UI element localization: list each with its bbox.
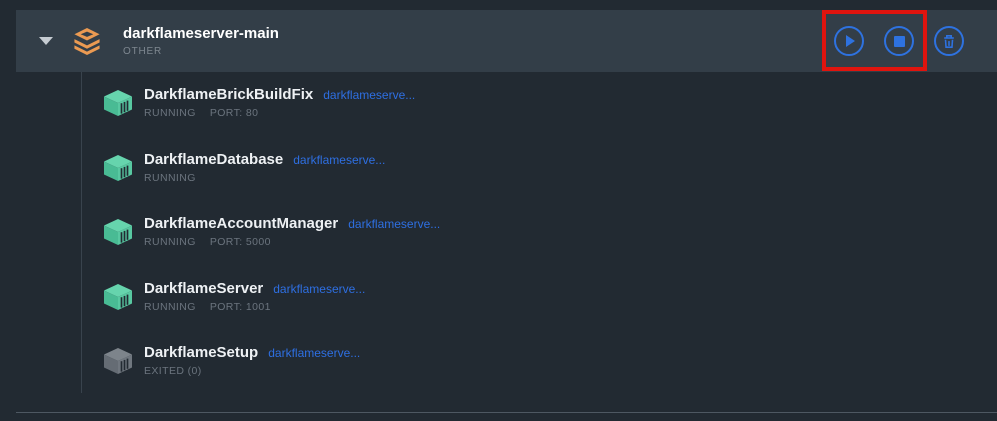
trash-icon: [942, 34, 956, 49]
stack-layers-icon: [72, 27, 102, 56]
container-row[interactable]: DarkflameAccountManager darkflameserve..…: [104, 215, 440, 248]
container-name: DarkflameServer: [144, 280, 263, 297]
container-row-body: DarkflameBrickBuildFix darkflameserve...…: [144, 86, 415, 119]
container-icon: [104, 219, 132, 245]
container-state: RUNNING: [144, 236, 196, 248]
bottom-divider: [16, 412, 997, 413]
container-icon: [104, 90, 132, 116]
container-row[interactable]: DarkflameBrickBuildFix darkflameserve...…: [104, 86, 415, 119]
container-state: RUNNING: [144, 172, 196, 184]
container-image-link[interactable]: darkflameserve...: [348, 217, 440, 231]
container-state: EXITED (0): [144, 365, 202, 377]
delete-button[interactable]: [934, 26, 964, 56]
container-icon: [104, 155, 132, 181]
container-row-body: DarkflameDatabase darkflameserve... RUNN…: [144, 151, 385, 184]
container-image-link[interactable]: darkflameserve...: [268, 346, 360, 360]
container-name: DarkflameDatabase: [144, 151, 283, 168]
start-button[interactable]: [834, 26, 864, 56]
container-port: PORT: 5000: [210, 236, 271, 248]
containers-panel: darkflameserver-main OTHER: [0, 0, 997, 421]
container-image-link[interactable]: darkflameserve...: [293, 153, 385, 167]
container-state: RUNNING: [144, 107, 196, 119]
chevron-down-icon[interactable]: [39, 37, 53, 45]
stack-title-block: darkflameserver-main OTHER: [123, 25, 279, 57]
container-port: PORT: 1001: [210, 301, 271, 313]
stack-group-header[interactable]: darkflameserver-main OTHER: [16, 10, 997, 72]
container-image-link[interactable]: darkflameserve...: [323, 88, 415, 102]
container-state: RUNNING: [144, 301, 196, 313]
container-row[interactable]: DarkflameDatabase darkflameserve... RUNN…: [104, 151, 385, 184]
container-image-link[interactable]: darkflameserve...: [273, 282, 365, 296]
stack-actions: [834, 26, 964, 56]
container-port: PORT: 80: [210, 107, 259, 119]
container-row-body: DarkflameServer darkflameserve... RUNNIN…: [144, 280, 365, 313]
container-icon: [104, 348, 132, 374]
container-row[interactable]: DarkflameServer darkflameserve... RUNNIN…: [104, 280, 365, 313]
stop-icon: [894, 36, 905, 47]
stack-subtitle: OTHER: [123, 46, 279, 57]
play-icon: [846, 35, 855, 47]
stop-button[interactable]: [884, 26, 914, 56]
container-name: DarkflameAccountManager: [144, 215, 338, 232]
container-row[interactable]: DarkflameSetup darkflameserve... EXITED …: [104, 344, 360, 377]
tree-line: [81, 72, 82, 393]
container-name: DarkflameSetup: [144, 344, 258, 361]
container-icon: [104, 284, 132, 310]
stack-title: darkflameserver-main: [123, 25, 279, 43]
container-name: DarkflameBrickBuildFix: [144, 86, 313, 103]
container-row-body: DarkflameAccountManager darkflameserve..…: [144, 215, 440, 248]
container-row-body: DarkflameSetup darkflameserve... EXITED …: [144, 344, 360, 377]
